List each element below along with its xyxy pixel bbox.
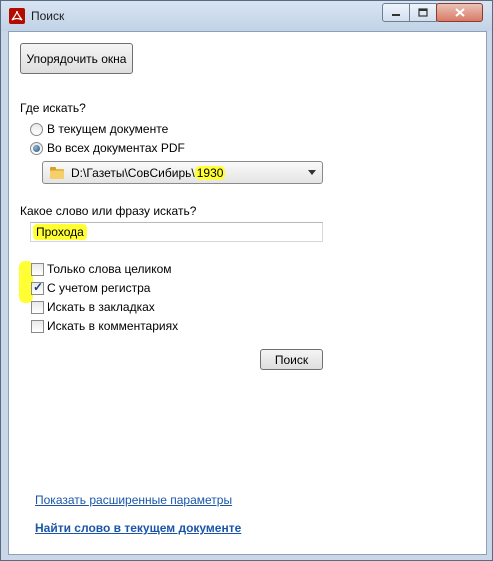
radio-selected-dot: [33, 145, 40, 152]
checkbox-comments-label[interactable]: Искать в комментариях: [47, 319, 178, 333]
radio-current-document-label[interactable]: В текущем документе: [47, 122, 168, 136]
query-heading: Какое слово или фразу искать?: [20, 204, 197, 218]
advanced-options-link[interactable]: Показать расширенные параметры: [35, 493, 232, 507]
checkbox-match-case[interactable]: ✓: [31, 280, 44, 295]
checkmark-icon: ✓: [33, 280, 44, 294]
find-in-current-document-link[interactable]: Найти слово в текущем документе: [35, 521, 241, 535]
checkbox-match-case-label[interactable]: С учетом регистра: [47, 281, 150, 295]
search-button[interactable]: Поиск: [260, 349, 323, 370]
search-input-value: Прохода: [33, 224, 87, 240]
checkbox-bookmarks[interactable]: [31, 301, 44, 314]
search-input[interactable]: Прохода: [30, 222, 323, 242]
folder-path-prefix: D:\Газеты\СовСибирь\: [71, 166, 195, 180]
checkbox-bookmarks-label[interactable]: Искать в закладках: [47, 300, 155, 314]
maximize-button[interactable]: [409, 3, 437, 22]
arrange-windows-button[interactable]: Упорядочить окна: [20, 43, 133, 74]
close-button[interactable]: [436, 3, 483, 22]
window-title: Поиск: [31, 9, 65, 23]
chevron-down-icon: [308, 170, 316, 175]
radio-all-pdf-label[interactable]: Во всех документах PDF: [47, 141, 185, 155]
checkbox-comments[interactable]: [31, 320, 44, 333]
checkbox-whole-words-label[interactable]: Только слова целиком: [47, 262, 172, 276]
radio-all-pdf[interactable]: [30, 142, 43, 155]
title-bar[interactable]: Поиск: [1, 1, 492, 31]
radio-current-document[interactable]: [30, 123, 43, 136]
folder-path-highlight: 1930: [194, 166, 226, 180]
where-heading: Где искать?: [20, 101, 86, 115]
checkbox-whole-words[interactable]: [31, 263, 44, 276]
adobe-acrobat-icon: [9, 8, 25, 24]
maximize-icon: [418, 8, 428, 17]
dialog-body: Упорядочить окна Где искать? В текущем д…: [8, 31, 487, 555]
minimize-icon: [392, 13, 400, 16]
folder-icon: [50, 167, 64, 179]
search-window: Поиск Упорядочить окна Где искать? В тек…: [0, 0, 493, 561]
close-icon: [454, 8, 465, 17]
folder-select[interactable]: D:\Газеты\СовСибирь\ 1930: [42, 161, 323, 184]
minimize-button[interactable]: [382, 3, 410, 22]
folder-path: D:\Газеты\СовСибирь\ 1930: [71, 166, 226, 180]
